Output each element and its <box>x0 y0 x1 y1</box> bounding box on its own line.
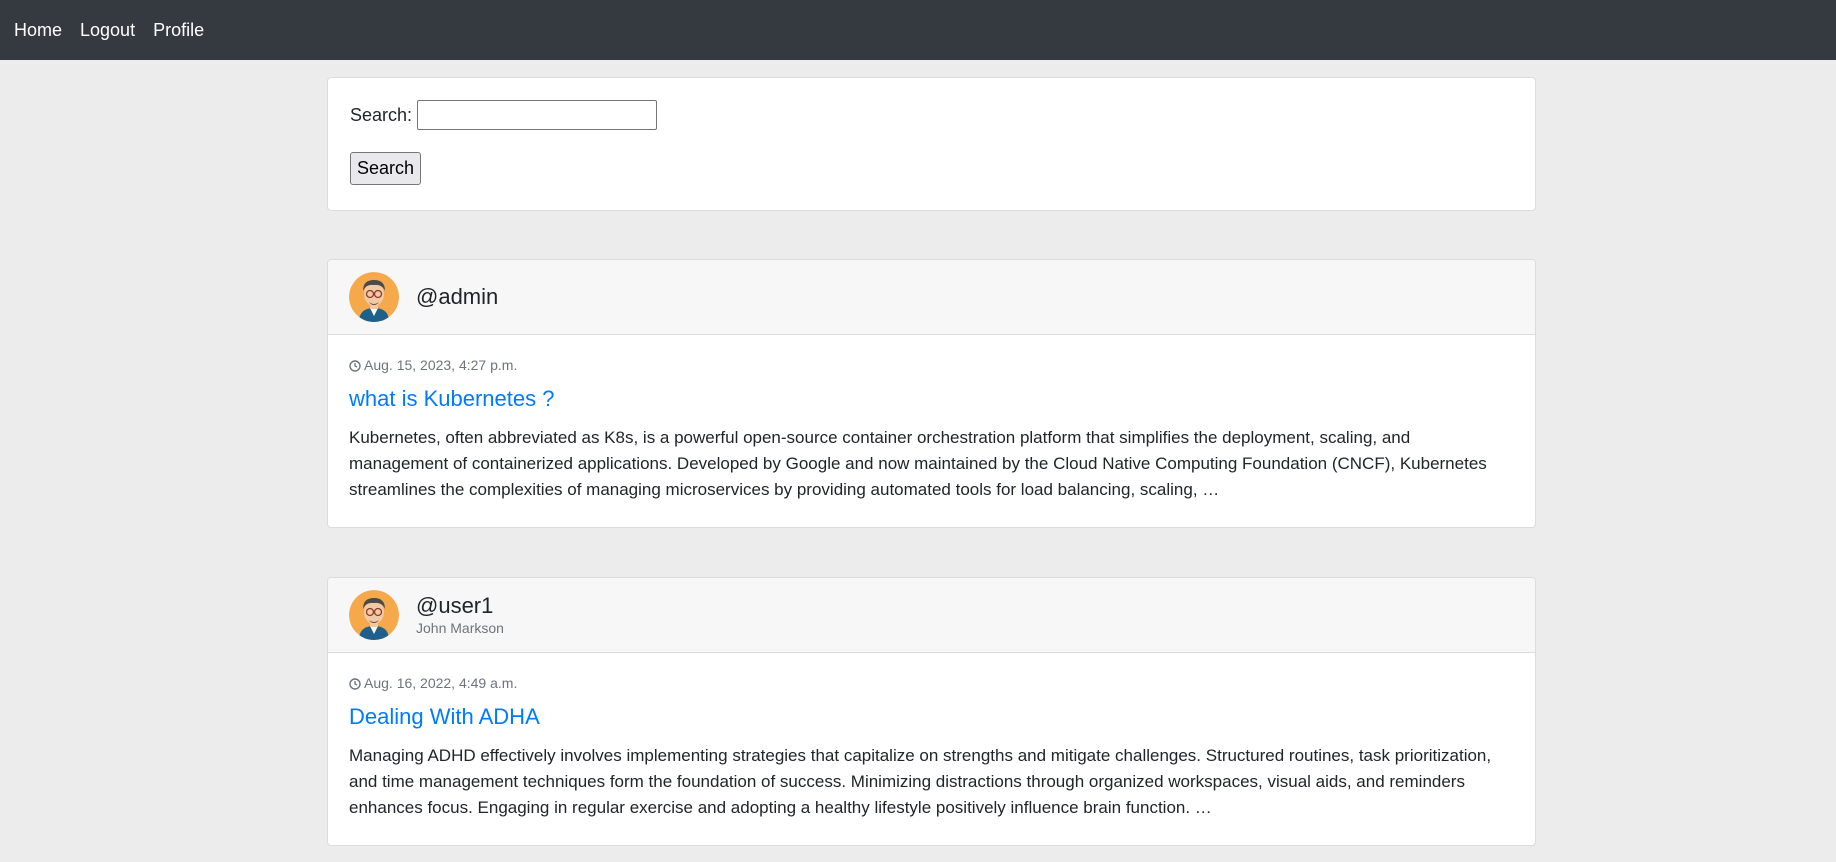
post-date: Aug. 15, 2023, 4:27 p.m. <box>349 357 1514 373</box>
post-date: Aug. 16, 2022, 4:49 a.m. <box>349 675 1514 691</box>
post-title-link[interactable]: Dealing With ADHA <box>349 703 1514 731</box>
clock-icon <box>349 359 361 372</box>
nav-logout-link[interactable]: Logout <box>80 20 135 41</box>
post-author-username: @admin <box>416 284 499 309</box>
post-header: @user1 John Markson <box>328 578 1535 653</box>
post-header: @admin <box>328 260 1535 335</box>
avatar-icon[interactable] <box>349 272 399 322</box>
post-body: Aug. 15, 2023, 4:27 p.m. what is Kuberne… <box>328 335 1535 523</box>
post-date-text: Aug. 15, 2023, 4:27 p.m. <box>364 357 518 373</box>
nav-profile-link[interactable]: Profile <box>153 20 204 41</box>
top-navbar: Home Logout Profile <box>0 0 1836 60</box>
search-button[interactable]: Search <box>350 152 422 185</box>
nav-home-link[interactable]: Home <box>14 20 62 41</box>
search-label: Search: <box>350 104 413 125</box>
author-block: @admin <box>416 284 498 310</box>
post-excerpt: Kubernetes, often abbreviated as K8s, is… <box>349 428 1487 499</box>
post-card: @user1 John Markson Aug. 16, 2022, 4:49 … <box>327 577 1536 846</box>
post-title-link[interactable]: what is Kubernetes ? <box>349 385 1514 413</box>
post-author-fullname: John Markson <box>416 620 504 636</box>
post-body: Aug. 16, 2022, 4:49 a.m. Dealing With AD… <box>328 653 1535 841</box>
search-input[interactable] <box>417 100 658 130</box>
author-block: @user1 John Markson <box>416 593 504 637</box>
search-card: Search: Search <box>327 77 1536 211</box>
post-author-username: @user1 <box>416 593 494 618</box>
search-row: Search: <box>350 100 1513 130</box>
clock-icon <box>349 677 361 690</box>
avatar-icon[interactable] <box>349 590 399 640</box>
post-date-text: Aug. 16, 2022, 4:49 a.m. <box>364 675 518 691</box>
post-card: @admin Aug. 15, 2023, 4:27 p.m. what is … <box>327 259 1536 528</box>
post-excerpt: Managing ADHD effectively involves imple… <box>349 746 1492 817</box>
